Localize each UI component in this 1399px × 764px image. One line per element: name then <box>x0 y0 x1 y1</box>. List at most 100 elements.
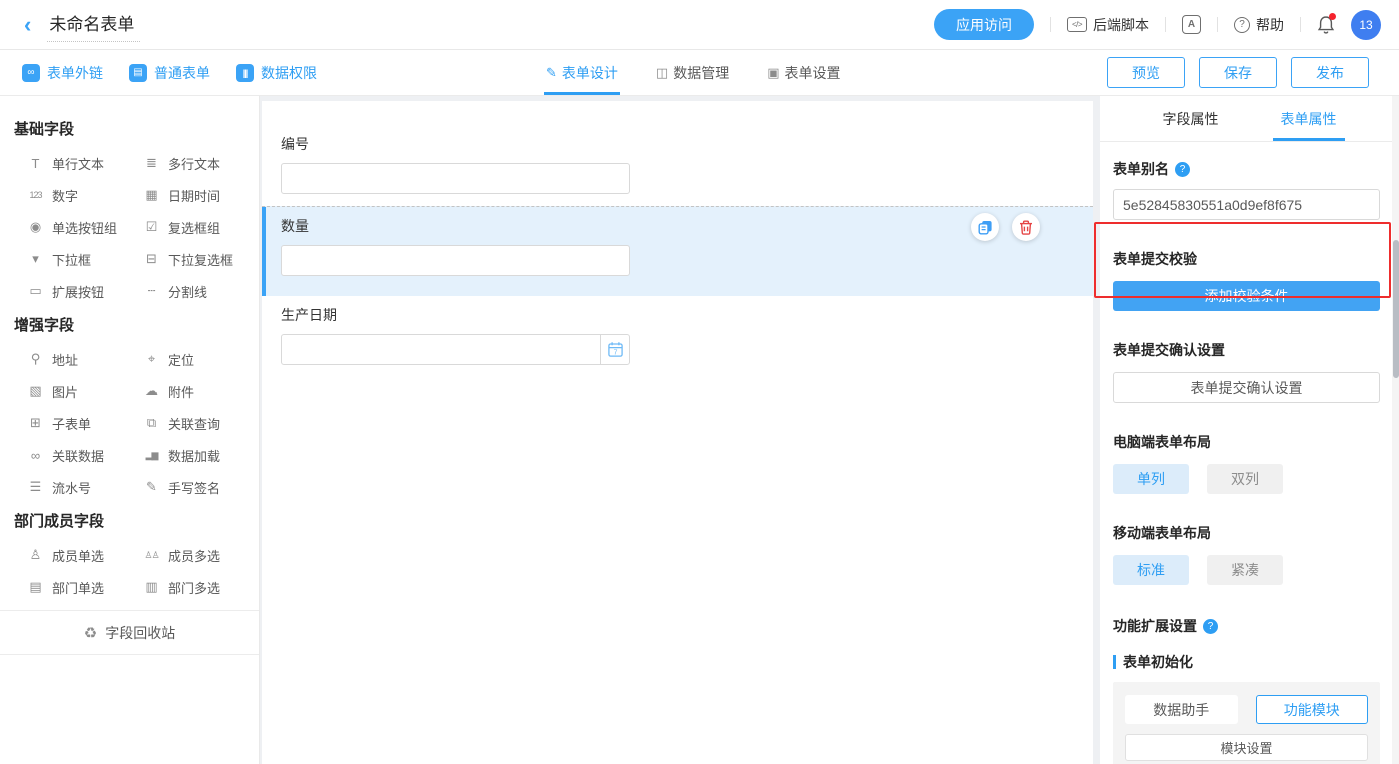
header-divider <box>1217 17 1218 32</box>
field-item-dropdown-multi[interactable]: ⊟下拉复选框 <box>142 249 258 269</box>
field-item-image[interactable]: ▧图片 <box>26 381 142 401</box>
app-access-button[interactable]: 应用访问 <box>934 9 1034 40</box>
subform-icon: ⊞ <box>26 415 45 431</box>
function-module-button[interactable]: 功能模块 <box>1256 695 1369 724</box>
mobile-layout-compact-button[interactable]: 紧凑 <box>1207 555 1283 585</box>
field-item-address[interactable]: ⚲地址 <box>26 349 142 369</box>
field-item-label: 下拉框 <box>52 250 91 269</box>
field-item-checkbox-group[interactable]: ☑复选框组 <box>142 217 258 237</box>
single-line-text-icon: T <box>26 156 45 171</box>
field-item-divider-line[interactable]: ┄分割线 <box>142 281 258 301</box>
tab-data-manage[interactable]: ◫ 数据管理 <box>656 50 729 95</box>
pc-layout-single-column-button[interactable]: 单列 <box>1113 464 1189 494</box>
form-builder-app: ‹ 未命名表单 应用访问 </> 后端脚本 A ? 帮助 <box>0 0 1399 764</box>
mobile-layout-standard-button[interactable]: 标准 <box>1113 555 1189 585</box>
panel-scrollbar-track <box>1392 96 1399 764</box>
canvas-field-production-date[interactable]: 生产日期 7 <box>262 296 1093 385</box>
field-item-dept-multi[interactable]: ▥部门多选 <box>142 577 258 597</box>
alias-help-icon[interactable]: ? <box>1175 162 1190 177</box>
add-check-condition-button[interactable]: 添加校验条件 <box>1113 281 1380 311</box>
canvas-field-number-id[interactable]: 编号 <box>262 101 1093 206</box>
notification-button[interactable] <box>1317 15 1335 35</box>
form-alias-input[interactable] <box>1113 189 1380 220</box>
field-item-signature[interactable]: ✎手写签名 <box>142 477 258 497</box>
field-item-member-single[interactable]: ♙成员单选 <box>26 545 142 565</box>
field-recycle-bin-button[interactable]: ♻ 字段回收站 <box>0 610 259 655</box>
preview-button[interactable]: 预览 <box>1107 57 1185 88</box>
field-item-label: 部门多选 <box>168 578 220 597</box>
submit-confirm-label: 表单提交确认设置 <box>1113 340 1225 360</box>
tab-form-design[interactable]: ✎ 表单设计 <box>546 50 618 95</box>
field-input[interactable] <box>281 245 630 276</box>
divider-line-icon: ┄ <box>142 283 161 299</box>
date-picker-button[interactable]: 7 <box>600 334 630 365</box>
field-item-member-multi[interactable]: ♙♙ 成员多选 <box>142 545 258 565</box>
field-item-attachment[interactable]: ☁附件 <box>142 381 258 401</box>
section-basic-fields: 基础字段 <box>14 118 245 139</box>
field-item-data-load[interactable]: ▂▆数据加载 <box>142 445 258 465</box>
field-item-single-line-text[interactable]: T 单行文本 <box>26 153 142 173</box>
tab-field-properties[interactable]: 字段属性 <box>1155 96 1227 141</box>
recycle-label: 字段回收站 <box>105 623 175 643</box>
field-item-label: 下拉复选框 <box>168 250 233 269</box>
help-icon: ? <box>1234 17 1250 33</box>
tab-form-settings[interactable]: ▣ 表单设置 <box>767 50 840 95</box>
help-button[interactable]: ? 帮助 <box>1234 15 1284 35</box>
canvas-field-quantity-selected[interactable]: 数量 <box>262 206 1093 296</box>
submit-check-label: 表单提交校验 <box>1113 249 1197 269</box>
field-item-linked-data[interactable]: ∞关联数据 <box>26 445 142 465</box>
save-button[interactable]: 保存 <box>1199 57 1277 88</box>
data-assistant-button[interactable]: 数据助手 <box>1125 695 1238 724</box>
properties-panel: 字段属性 表单属性 表单别名 ? 表单提交校验 添加校验条件 表单提交确认设置 … <box>1100 96 1399 764</box>
field-item-extend-button[interactable]: ▭扩展按钮 <box>26 281 142 301</box>
translate-icon[interactable]: A <box>1182 15 1201 34</box>
form-title[interactable]: 未命名表单 <box>47 8 140 42</box>
field-item-label: 关联数据 <box>52 446 104 465</box>
form-init-section-label: 表单初始化 <box>1113 652 1380 672</box>
date-input[interactable] <box>281 334 601 365</box>
mobile-layout-label: 移动端表单布局 <box>1113 523 1211 543</box>
field-input[interactable] <box>281 163 630 194</box>
back-icon[interactable]: ‹ <box>24 14 31 36</box>
field-item-subform[interactable]: ⊞ 子表单 <box>26 413 142 433</box>
form-external-link-button[interactable]: ∞ 表单外链 <box>22 63 103 83</box>
field-item-dropdown[interactable]: ▾下拉框 <box>26 249 142 269</box>
tab-form-settings-label: 表单设置 <box>785 63 841 83</box>
field-item-label: 子表单 <box>52 414 91 433</box>
submit-confirm-settings-button[interactable]: 表单提交确认设置 <box>1113 372 1380 403</box>
field-item-multi-line-text[interactable]: ≣多行文本 <box>142 153 258 173</box>
delete-field-button[interactable] <box>1012 213 1040 241</box>
copy-field-button[interactable] <box>971 213 999 241</box>
field-item-label: 单行文本 <box>52 154 104 173</box>
member-multi-icon: ♙♙ <box>142 550 161 561</box>
field-item-radio-group[interactable]: ◉单选按钮组 <box>26 217 142 237</box>
publish-button[interactable]: 发布 <box>1291 57 1369 88</box>
field-item-location[interactable]: ⌖定位 <box>142 349 258 369</box>
backend-script-button[interactable]: </> 后端脚本 <box>1067 15 1149 35</box>
normal-form-button[interactable]: ▤ 普通表单 <box>129 63 210 83</box>
data-permission-button[interactable]: ||| 数据权限 <box>236 63 317 83</box>
field-item-label: 日期时间 <box>168 186 220 205</box>
field-label: 生产日期 <box>281 305 1074 325</box>
extension-help-icon[interactable]: ? <box>1203 619 1218 634</box>
field-item-serial-number[interactable]: ☰流水号 <box>26 477 142 497</box>
attachment-icon: ☁ <box>142 383 161 399</box>
pc-layout-double-column-button[interactable]: 双列 <box>1207 464 1283 494</box>
link-icon: ∞ <box>22 64 40 82</box>
field-item-linked-query[interactable]: ⧉关联查询 <box>142 413 258 433</box>
tab-form-properties[interactable]: 表单属性 <box>1273 96 1345 141</box>
panel-scrollbar-thumb[interactable] <box>1393 240 1399 378</box>
field-item-label: 成员多选 <box>168 546 220 565</box>
code-icon: </> <box>1067 17 1087 32</box>
field-item-label: 定位 <box>168 350 194 369</box>
normal-form-label: 普通表单 <box>154 63 210 83</box>
recycle-icon: ♻ <box>84 624 97 642</box>
date-time-icon: ▦ <box>142 187 161 203</box>
field-item-dept-single[interactable]: ▤部门单选 <box>26 577 142 597</box>
body: 基础字段 T 单行文本 ≣多行文本 123数字 ▦ 日期时间 ◉单选按钮组 ☑复选框… <box>0 96 1399 764</box>
field-item-date-time[interactable]: ▦ 日期时间 <box>142 185 258 205</box>
dept-single-icon: ▤ <box>26 579 45 595</box>
field-item-number[interactable]: 123数字 <box>26 185 142 205</box>
avatar[interactable]: 13 <box>1351 10 1381 40</box>
module-settings-button[interactable]: 模块设置 <box>1125 734 1368 761</box>
